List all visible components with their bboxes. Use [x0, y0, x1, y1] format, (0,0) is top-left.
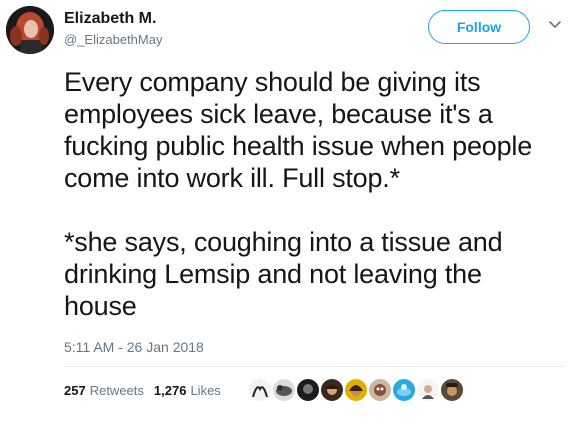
avatar-image	[6, 6, 54, 54]
liker-avatar-image	[422, 385, 434, 399]
liker-avatar[interactable]	[319, 377, 345, 403]
divider	[64, 366, 564, 367]
liker-avatar[interactable]	[367, 377, 393, 403]
liker-avatar-image	[252, 386, 268, 398]
likes-label: Likes	[190, 383, 221, 398]
chevron-down-icon	[549, 21, 561, 28]
liker-avatars	[247, 377, 465, 403]
follow-button[interactable]: Follow	[428, 10, 530, 44]
liker-avatar[interactable]	[391, 377, 417, 403]
tweet-text: Every company should be giving its emplo…	[64, 67, 533, 321]
retweets-count: 257	[64, 383, 86, 398]
likes-stat[interactable]: 1,276 Likes	[154, 383, 221, 398]
liker-avatar-image	[446, 383, 458, 396]
liker-avatar-image	[303, 384, 313, 394]
liker-avatar-image	[276, 385, 292, 396]
display-name[interactable]: Elizabeth M.	[64, 10, 156, 28]
retweets-stat[interactable]: 257 Retweets	[64, 383, 144, 398]
retweets-label: Retweets	[89, 383, 144, 398]
liker-avatar-image	[374, 384, 386, 396]
liker-avatar[interactable]	[247, 377, 273, 403]
avatar[interactable]	[6, 6, 54, 54]
tweet-stats: 257 Retweets 1,276 Likes	[64, 383, 221, 398]
liker-avatar[interactable]	[439, 377, 465, 403]
liker-avatar[interactable]	[271, 377, 297, 403]
liker-avatar[interactable]	[415, 377, 441, 403]
likes-count: 1,276	[153, 383, 187, 398]
liker-avatar-image	[325, 384, 339, 395]
liker-avatar[interactable]	[343, 377, 369, 403]
more-options-button[interactable]	[548, 18, 562, 32]
liker-avatar-image	[349, 385, 363, 396]
liker-avatar-image	[397, 384, 411, 396]
tweet-timestamp[interactable]: 5:11 AM - 26 Jan 2018	[64, 339, 204, 355]
liker-avatar[interactable]	[295, 377, 321, 403]
screen-name[interactable]: @_ElizabethMay	[64, 32, 162, 47]
